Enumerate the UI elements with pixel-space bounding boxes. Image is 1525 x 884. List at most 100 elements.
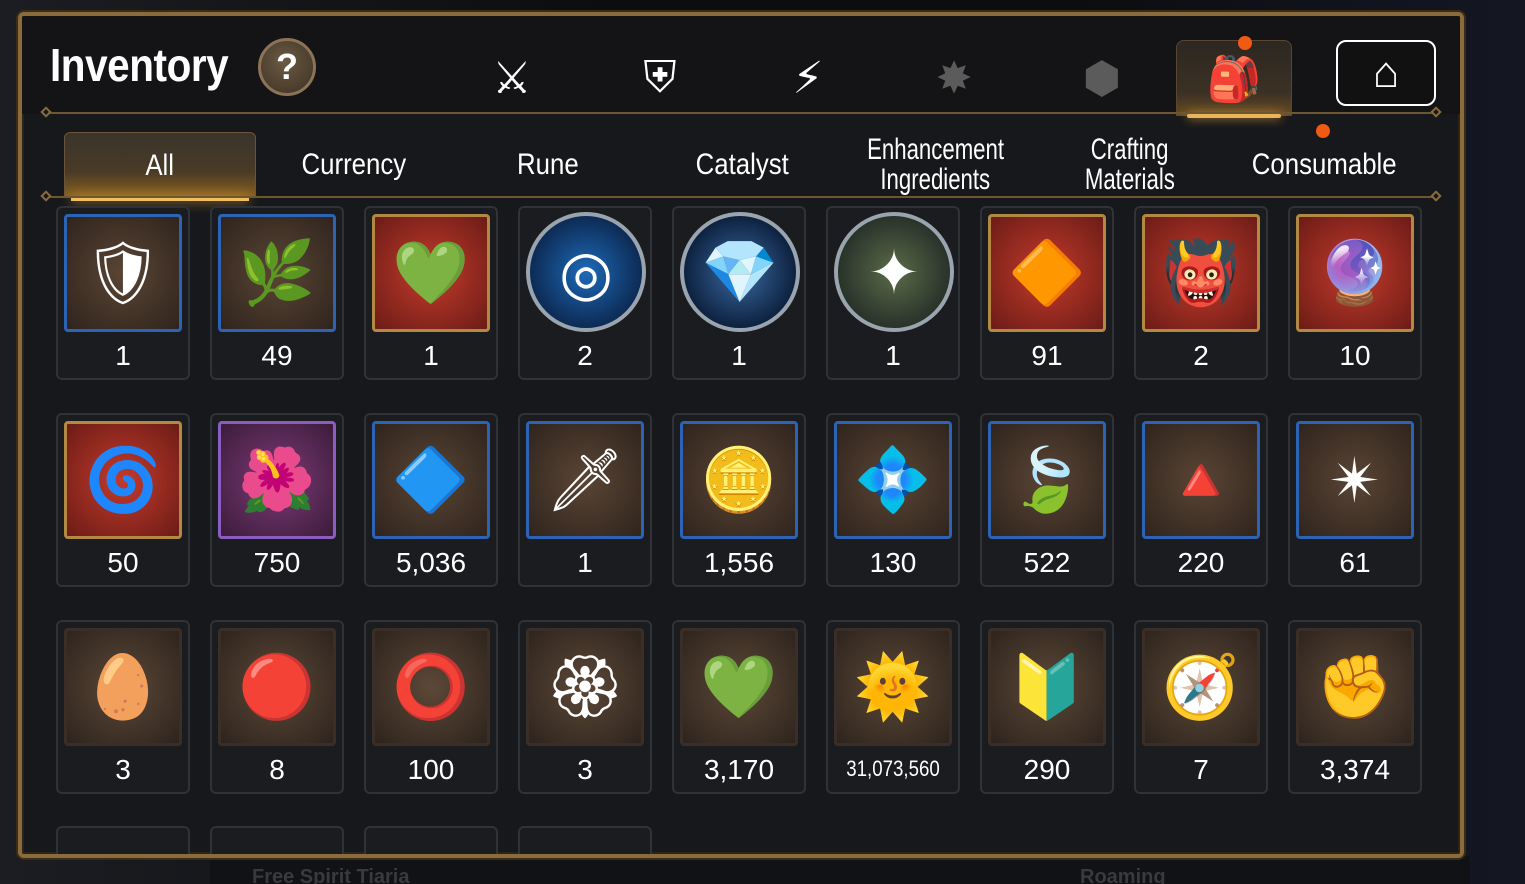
tab-guild-storage[interactable]: ⌂ (1336, 40, 1436, 106)
background-text-right: Roaming (1080, 866, 1166, 884)
item-slot[interactable] (364, 826, 498, 854)
item-count: 50 (107, 547, 139, 578)
broken-shield-icon: ⛨ (643, 53, 677, 102)
item-art: 🌺 (218, 421, 336, 539)
purple-disc-icon: 🔮 (1316, 238, 1394, 308)
subtab-catalyst[interactable]: Catalyst (646, 132, 838, 198)
item-slot[interactable] (518, 826, 652, 854)
item-art: 👹 (1142, 214, 1260, 332)
item-slot[interactable]: 🌿 49 (210, 206, 344, 380)
subtab-enhancement-ingredients[interactable]: Enhancement Ingredients (840, 132, 1032, 198)
item-slot[interactable]: 💎 1 (672, 206, 806, 380)
item-count: 5,036 (395, 547, 467, 578)
item-count: 1 (731, 340, 747, 371)
subtab-rune[interactable]: Rune (452, 132, 644, 198)
item-slot[interactable]: 🔴 8 (210, 620, 344, 794)
teal-crystal-icon: 💠 (854, 445, 932, 515)
coiled-amulet-icon: 🌀 (84, 445, 162, 515)
item-slot[interactable]: ⭕ 100 (364, 620, 498, 794)
item-slot[interactable]: 🌞 31,073,560 (826, 620, 960, 794)
egg-device-icon: 🥚 (84, 652, 162, 722)
item-count: 49 (261, 340, 293, 371)
subtab-currency[interactable]: Currency (258, 132, 450, 198)
item-slot[interactable]: 🔮 10 (1288, 206, 1422, 380)
item-slot[interactable]: 👹 2 (1134, 206, 1268, 380)
item-art: 🔮 (1296, 214, 1414, 332)
item-art: 🪙 (680, 421, 798, 539)
tab-equipment[interactable]: ⚔ (454, 40, 570, 116)
item-slot[interactable]: 🍃 522 (980, 413, 1114, 587)
item-count: 1 (885, 340, 901, 371)
item-art: 🏵 (526, 628, 644, 746)
item-art: ◎ (526, 212, 646, 332)
guild-house-icon: ⌂ (1372, 48, 1400, 97)
tribal-mask-icon: 👹 (1162, 238, 1240, 308)
item-slot[interactable]: ✊ 3,374 (1288, 620, 1422, 794)
item-art: 💚 (372, 214, 490, 332)
item-count: 750 (253, 547, 301, 578)
item-slot[interactable]: 🧭 7 (1134, 620, 1268, 794)
item-slot[interactable]: 🥚 3 (56, 620, 190, 794)
item-slot[interactable]: 🔶 91 (980, 206, 1114, 380)
tab-armor[interactable]: ⛨ (602, 40, 718, 116)
tab-items[interactable]: 🎒 (1176, 40, 1292, 118)
item-art: 🌿 (218, 214, 336, 332)
item-art: ✊ (1296, 628, 1414, 746)
fire-orb-icon: 🔴 (238, 652, 316, 722)
item-count: 100 (407, 754, 455, 785)
green-gem-icon: 💚 (392, 238, 470, 308)
flower-ring-icon: 🌺 (238, 445, 316, 515)
item-slot[interactable]: 🔷 5,036 (364, 413, 498, 587)
tab-items-notification-dot (1238, 36, 1252, 50)
star-amulet-icon: ✴ (1329, 446, 1381, 516)
tab-skill[interactable]: ⚡ (750, 40, 866, 116)
item-art: ✴ (1296, 421, 1414, 539)
help-button[interactable]: ? (258, 38, 316, 96)
subtab-consumable-notification-dot (1316, 124, 1330, 138)
item-count: 3,374 (1319, 754, 1391, 785)
item-slot[interactable]: 🏵 3 (518, 620, 652, 794)
subtab-consumable[interactable]: Consumable (1228, 132, 1420, 198)
item-count: 3,170 (703, 754, 775, 785)
item-slot[interactable]: 🗡 1 (518, 413, 652, 587)
header-divider (46, 112, 1436, 114)
item-slot[interactable] (56, 826, 190, 854)
item-slot[interactable]: 💚 3,170 (672, 620, 806, 794)
subtab-divider (46, 196, 1436, 198)
item-count: 91 (1031, 340, 1063, 371)
item-slot[interactable] (210, 826, 344, 854)
item-slot[interactable]: 🌺 750 (210, 413, 344, 587)
item-count: 220 (1177, 547, 1225, 578)
tab-emblem[interactable]: ✸ (896, 40, 1012, 116)
pink-crystal-cluster-icon: 🔺 (1162, 445, 1240, 515)
item-count: 61 (1339, 547, 1371, 578)
blue-diamond-icon: 🔷 (392, 445, 470, 515)
item-slot[interactable]: 🛡 1 (56, 206, 190, 380)
item-slot[interactable]: ✦ 1 (826, 206, 960, 380)
item-slot[interactable]: 💚 1 (364, 206, 498, 380)
item-slot[interactable]: 🪙 1,556 (672, 413, 806, 587)
item-art: 🔺 (1142, 421, 1260, 539)
item-count: 31,073,560 (846, 756, 940, 781)
golden-hex-badge-icon: 🔰 (1008, 652, 1086, 722)
tab-cube[interactable]: ⬢ (1044, 40, 1160, 116)
item-count: 3 (115, 754, 131, 785)
item-slot[interactable]: 🌀 50 (56, 413, 190, 587)
item-slot[interactable]: ✴ 61 (1288, 413, 1422, 587)
item-slot[interactable]: 🔰 290 (980, 620, 1114, 794)
item-count: 7 (1193, 754, 1209, 785)
item-slot[interactable]: 💠 130 (826, 413, 960, 587)
item-slot[interactable]: ◎ 2 (518, 206, 652, 380)
item-art: 🌞 (834, 628, 952, 746)
red-bracelet-icon: ⭕ (392, 652, 470, 722)
stone-compass-icon: 🧭 (1162, 652, 1240, 722)
item-slot[interactable]: 🔺 220 (1134, 413, 1268, 587)
item-art: 🗡 (526, 421, 644, 539)
subtab-all[interactable]: All (64, 132, 256, 201)
subtab-crafting-materials[interactable]: Crafting Materials (1034, 132, 1226, 198)
item-art: 💠 (834, 421, 952, 539)
item-count: 1,556 (703, 547, 775, 578)
red-seal-badge-icon: 🏵 (545, 652, 625, 722)
ginseng-root-icon: 🌿 (238, 238, 316, 308)
green-heart-icon: 💚 (700, 652, 778, 722)
